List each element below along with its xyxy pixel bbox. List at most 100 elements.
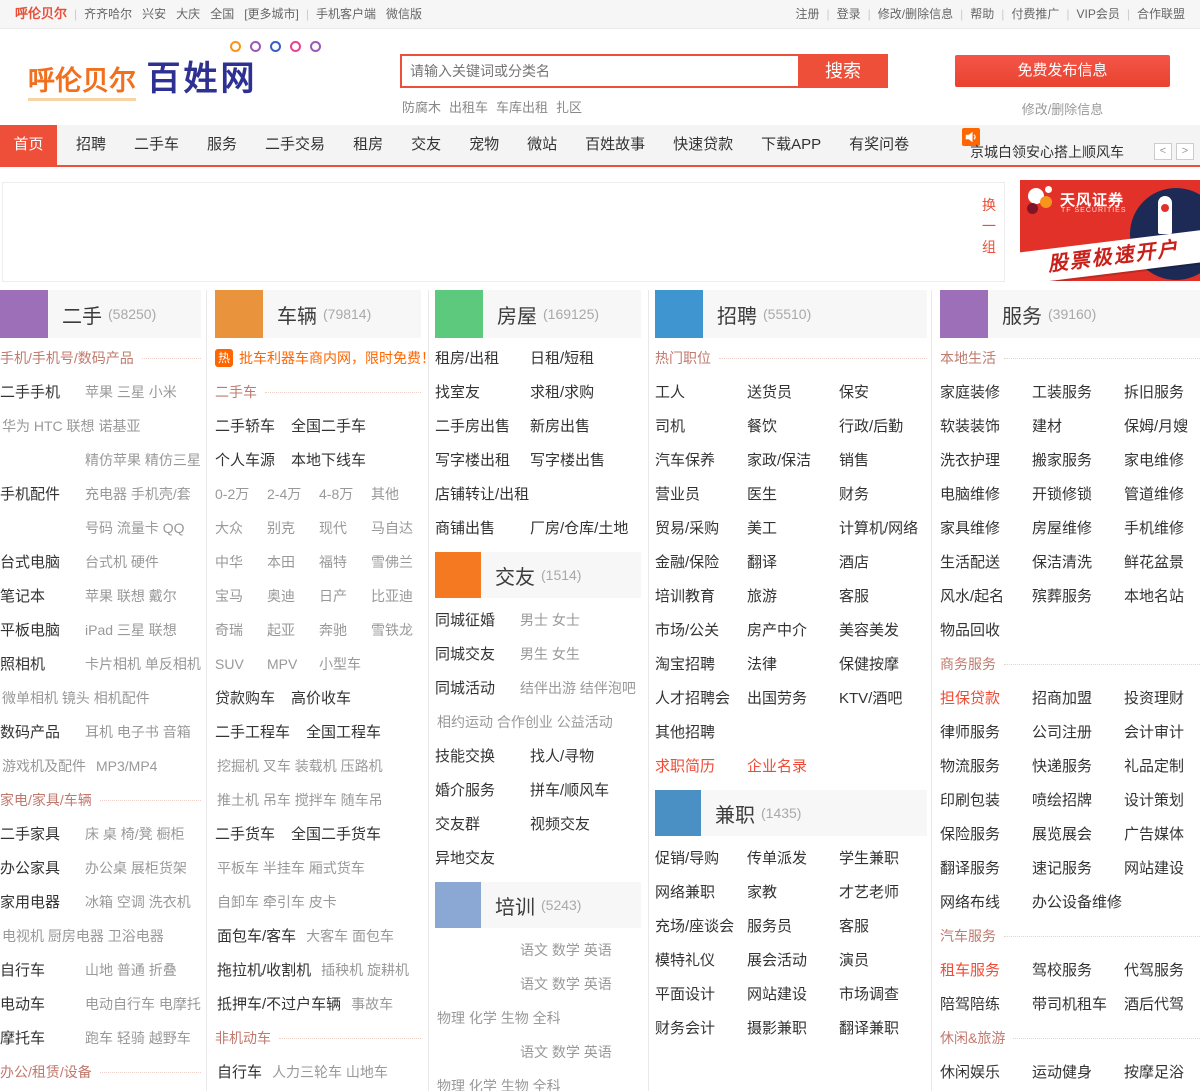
category-link[interactable]: 中华: [215, 552, 262, 573]
nav-tab[interactable]: 交友: [397, 125, 455, 165]
category-link[interactable]: 语文 数学 英语: [520, 1042, 612, 1063]
category-link[interactable]: 服务员: [747, 916, 837, 937]
category-link[interactable]: 传单派发: [747, 848, 837, 869]
category-link[interactable]: 奔驰: [319, 620, 366, 641]
site-logo[interactable]: 呼伦贝尔 百姓网: [28, 51, 257, 100]
category-link[interactable]: 平面设计: [655, 984, 745, 1005]
category-link[interactable]: MPV: [267, 654, 314, 675]
category-link[interactable]: 洗衣护理: [940, 450, 1030, 471]
category-link[interactable]: 物流服务: [940, 756, 1030, 777]
category-header[interactable]: 服务(39160): [940, 290, 1200, 338]
category-link[interactable]: 交友群: [435, 814, 523, 835]
topbar-city-link[interactable]: 兴安: [142, 7, 166, 21]
category-link[interactable]: 全国二手货车: [291, 824, 381, 845]
category-link[interactable]: 同城活动: [435, 678, 515, 699]
category-link[interactable]: 语文 数学 英语: [520, 974, 612, 995]
category-link[interactable]: 租房/出租: [435, 348, 523, 369]
category-link[interactable]: 面包车/客车: [217, 926, 296, 947]
category-link[interactable]: 事故车: [351, 994, 393, 1015]
nav-tab[interactable]: 租房: [339, 125, 397, 165]
category-link[interactable]: 微单相机 镜头 相机配件: [2, 688, 150, 709]
category-link[interactable]: 喷绘招牌: [1032, 790, 1122, 811]
category-link[interactable]: 写字楼出租: [435, 450, 523, 471]
category-link[interactable]: 卡片相机 单反相机: [85, 654, 201, 675]
category-link[interactable]: 担保贷款: [940, 688, 1030, 709]
category-link[interactable]: 司机: [655, 416, 745, 437]
category-link[interactable]: MP3/MP4: [96, 756, 157, 777]
category-link[interactable]: 台式机 硬件: [85, 552, 159, 573]
category-link[interactable]: 美容美发: [839, 620, 929, 641]
category-link[interactable]: 送货员: [747, 382, 837, 403]
category-link[interactable]: 市场调查: [839, 984, 929, 1005]
category-link[interactable]: 别克: [267, 518, 314, 539]
category-link[interactable]: 工人: [655, 382, 745, 403]
category-link[interactable]: 酒后代驾: [1124, 994, 1200, 1015]
topbar-user-link[interactable]: 帮助: [970, 7, 994, 21]
category-link[interactable]: 二手家具: [0, 824, 80, 845]
subcategory-header[interactable]: 交友(1514): [435, 552, 641, 598]
change-group-link[interactable]: 换一组: [981, 195, 997, 258]
category-link[interactable]: 找人/寻物: [530, 746, 594, 767]
category-link[interactable]: 家电维修: [1124, 450, 1200, 471]
nav-tab[interactable]: 宠物: [455, 125, 513, 165]
category-link[interactable]: SUV: [215, 654, 262, 675]
category-link[interactable]: 耳机 电子书 音箱: [85, 722, 191, 743]
category-link[interactable]: 起亚: [267, 620, 314, 641]
category-link[interactable]: 代驾服务: [1124, 960, 1200, 981]
category-link[interactable]: 陪驾陪练: [940, 994, 1030, 1015]
category-link[interactable]: 床 桌 椅/凳 橱柜: [85, 824, 185, 845]
category-link[interactable]: 推土机 吊车 搅拌车 随车吊: [217, 790, 383, 811]
ad-banner[interactable]: 天风证券 TF SECURITIES 股票极速开户: [1020, 180, 1200, 281]
category-link[interactable]: 才艺老师: [839, 882, 929, 903]
category-link[interactable]: 物理 化学 生物 全科: [437, 1008, 561, 1029]
search-hot-word[interactable]: 扎区: [556, 100, 582, 115]
category-link[interactable]: 笔记本: [0, 586, 80, 607]
topbar-user-link[interactable]: 付费推广: [1011, 7, 1059, 21]
category-link[interactable]: 平板电脑: [0, 620, 80, 641]
category-link[interactable]: 快递服务: [1032, 756, 1122, 777]
pager-next-button[interactable]: >: [1176, 143, 1194, 160]
category-link[interactable]: 网站建设: [1124, 858, 1200, 879]
nav-tab[interactable]: 二手车: [120, 125, 193, 165]
category-link[interactable]: 苹果 联想 戴尔: [85, 586, 177, 607]
category-link[interactable]: KTV/酒吧: [839, 688, 929, 709]
category-link[interactable]: 休闲娱乐: [940, 1062, 1030, 1083]
category-link[interactable]: 家教: [747, 882, 837, 903]
category-link[interactable]: 家具维修: [940, 518, 1030, 539]
category-link[interactable]: 办公家具: [0, 858, 80, 879]
search-hot-word[interactable]: 车库出租: [496, 100, 548, 115]
category-link[interactable]: 宝马: [215, 586, 262, 607]
category-link[interactable]: 自行车: [0, 960, 80, 981]
category-link[interactable]: 技能交换: [435, 746, 523, 767]
category-link[interactable]: 婚介服务: [435, 780, 523, 801]
category-link[interactable]: 0-2万: [215, 484, 262, 505]
category-link[interactable]: 小型车: [319, 654, 366, 675]
category-link[interactable]: 医生: [747, 484, 837, 505]
category-link[interactable]: 生活配送: [940, 552, 1030, 573]
category-link[interactable]: 殡葬服务: [1032, 586, 1122, 607]
category-link[interactable]: 店铺转让/出租: [435, 484, 529, 505]
category-link[interactable]: 营业员: [655, 484, 745, 505]
topbar-user-link[interactable]: 登录: [837, 7, 861, 21]
nav-tab[interactable]: 二手交易: [251, 125, 339, 165]
category-link[interactable]: 律师服务: [940, 722, 1030, 743]
category-link[interactable]: 雪佛兰: [371, 552, 418, 573]
category-link[interactable]: 号码 流量卡 QQ: [85, 518, 185, 539]
category-link[interactable]: 家政/保洁: [747, 450, 837, 471]
category-link[interactable]: 照相机: [0, 654, 80, 675]
topbar-city-link[interactable]: 齐齐哈尔: [84, 7, 132, 21]
category-link[interactable]: 平板车 半挂车 厢式货车: [217, 858, 365, 879]
category-link[interactable]: 手机配件: [0, 484, 80, 505]
category-link[interactable]: 男士 女士: [520, 610, 580, 631]
category-link[interactable]: 开锁修锁: [1032, 484, 1122, 505]
nav-tab[interactable]: 招聘: [62, 125, 120, 165]
category-link[interactable]: 全国二手车: [291, 416, 366, 437]
category-link[interactable]: 奇瑞: [215, 620, 262, 641]
category-link[interactable]: 游戏机及配件: [2, 756, 86, 777]
category-link[interactable]: 计算机/网络: [839, 518, 929, 539]
category-link[interactable]: 广告媒体: [1124, 824, 1200, 845]
category-link[interactable]: 本地名站: [1124, 586, 1200, 607]
topbar-city-link[interactable]: 大庆: [176, 7, 200, 21]
topbar-user-link[interactable]: 合作联盟: [1137, 7, 1185, 21]
hot-promo-row[interactable]: 热批车利器车商内网，限时免费！: [215, 348, 421, 369]
